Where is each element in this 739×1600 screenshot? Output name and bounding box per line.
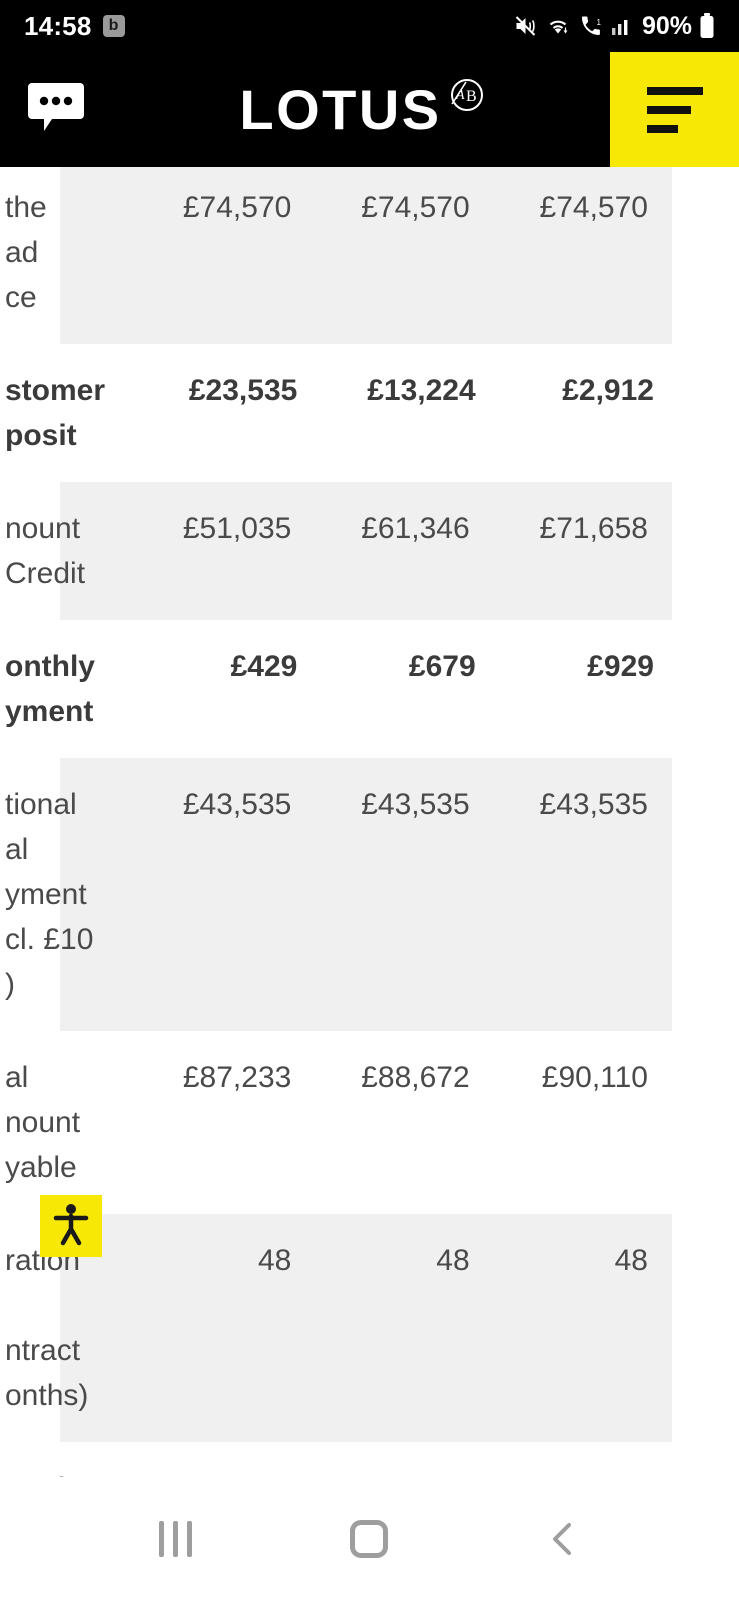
accessibility-person-icon xyxy=(51,1202,91,1251)
table-cell: £87,233 xyxy=(182,1061,292,1094)
table-row: te of6.89%6.90%6.90% xyxy=(5,1442,672,1477)
page-content[interactable]: the ad ce £74,570 £74,570 £74,570 stomer pos… xyxy=(0,167,739,1477)
table-cell: 6.89% xyxy=(137,1466,315,1477)
table-row: nount Credit £51,035 £61,346 £71,658 xyxy=(5,482,672,620)
table-cell: 6.90% xyxy=(494,1466,672,1477)
row-label: te of xyxy=(5,1466,137,1477)
hamburger-menu-button[interactable] xyxy=(610,52,739,167)
battery-percent-label: 90% xyxy=(641,11,692,40)
table-cell: 48 xyxy=(614,1244,648,1277)
table-row: the ad ce £74,570 £74,570 £74,570 xyxy=(5,167,672,344)
table-cell: 48 xyxy=(436,1244,470,1277)
table-cell: £88,672 xyxy=(361,1061,470,1094)
status-bar-clock: 14:58 xyxy=(24,10,92,41)
table-cell: £43,535 xyxy=(361,788,470,821)
battery-icon xyxy=(699,13,715,39)
android-nav-bar xyxy=(0,1477,739,1600)
table-cell: £13,224 xyxy=(367,374,476,407)
row-label: onthly yment xyxy=(5,650,95,728)
row-label: al nount yable xyxy=(5,1061,81,1184)
table-row: onthly yment £429 £679 £929 xyxy=(5,620,672,758)
table-row: stomer posit £23,535 £13,224 £2,912 xyxy=(5,344,672,482)
android-status-bar: 14:58 b 1 90% xyxy=(0,0,739,52)
table-cell: 48 xyxy=(257,1244,292,1277)
table-cell: £71,658 xyxy=(539,512,648,545)
back-icon[interactable] xyxy=(546,1519,580,1559)
mute-vibrate-icon xyxy=(513,14,538,38)
svg-text:B: B xyxy=(466,88,477,105)
table-row: tional al yment cl. £10 ) £43,535 £43,535 £… xyxy=(5,758,672,1031)
missed-call-icon: 1 xyxy=(578,14,604,38)
table-cell: £929 xyxy=(587,650,654,683)
table-cell: £90,110 xyxy=(541,1061,648,1094)
table-cell: £2,912 xyxy=(562,374,654,407)
table-cell: £74,570 xyxy=(361,191,470,224)
svg-text:1: 1 xyxy=(596,18,601,27)
table-cell: £61,346 xyxy=(361,512,470,545)
wifi-icon xyxy=(545,14,571,38)
row-label: stomer posit xyxy=(5,374,106,452)
recents-icon[interactable] xyxy=(159,1520,192,1557)
hamburger-menu-icon xyxy=(646,86,703,133)
row-label: the ad ce xyxy=(5,191,47,314)
row-label: ration ntract onths) xyxy=(5,1244,89,1412)
phone-screen: 14:58 b 1 90% LOTUS A B the ad ce £74,57… xyxy=(0,0,739,1600)
home-icon[interactable] xyxy=(350,1519,388,1558)
status-bar-left: 14:58 b xyxy=(24,11,125,42)
chat-bubble-icon xyxy=(26,79,86,140)
table-cell: £74,570 xyxy=(539,191,648,224)
table-cell: £51,035 xyxy=(182,512,292,545)
acbc-roundel-logo: A B xyxy=(446,74,488,121)
brand-wordmark: LOTUS xyxy=(239,77,442,141)
table-cell: £74,570 xyxy=(182,191,292,224)
row-label: tional al yment cl. £10 ) xyxy=(5,788,94,1001)
finance-comparison-table[interactable]: the ad ce £74,570 £74,570 £74,570 stomer pos… xyxy=(0,167,739,1477)
app-badge-icon: b xyxy=(102,15,125,37)
table-cell: £679 xyxy=(408,650,476,683)
signal-bars-icon xyxy=(611,15,633,37)
table-cell: £43,535 xyxy=(539,788,648,821)
table-cell: £429 xyxy=(230,650,298,683)
accessibility-widget-button[interactable] xyxy=(40,1195,102,1257)
chat-button[interactable] xyxy=(25,80,87,138)
table-cell: £43,535 xyxy=(182,788,292,821)
table-cell: 6.90% xyxy=(315,1466,493,1477)
row-label: nount Credit xyxy=(5,512,86,590)
svg-text:A: A xyxy=(455,88,465,103)
table-cell: £23,535 xyxy=(188,374,298,407)
table-row: al nount yable £87,233 £88,672 £90,110 xyxy=(5,1031,672,1214)
site-header: LOTUS A B xyxy=(0,52,739,167)
status-bar-right: 1 90% xyxy=(513,12,715,41)
table-row: ration ntract onths) 48 48 48 xyxy=(5,1214,672,1442)
